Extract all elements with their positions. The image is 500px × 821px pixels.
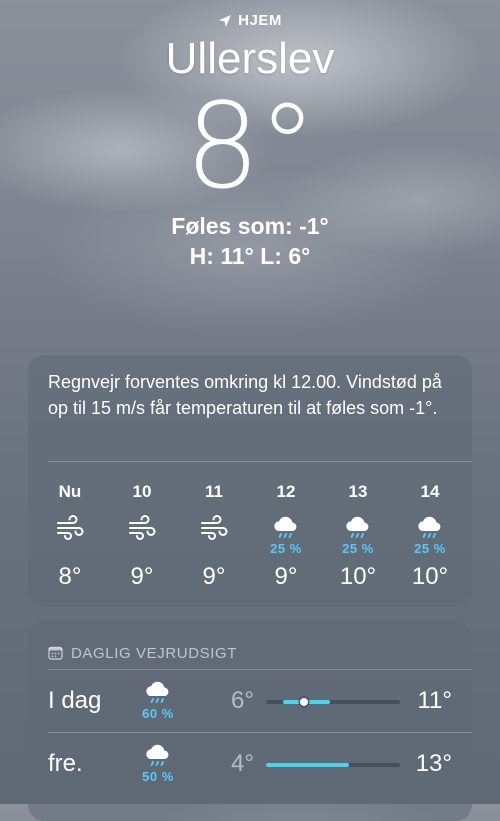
hour-temperature: 10°: [339, 563, 377, 590]
hour-precipitation: 25 %: [414, 541, 446, 556]
hourly-forecast-card[interactable]: Regnvejr forventes omkring kl 12.00. Vin…: [28, 355, 472, 607]
hour-temperature: 9°: [130, 563, 154, 590]
day-high-temp: 13°: [415, 750, 452, 777]
day-name: I dag: [48, 687, 102, 714]
calendar-icon: [48, 646, 63, 660]
hour-time: 10: [132, 482, 152, 501]
feels-like: Føles som: -1°: [171, 213, 329, 239]
home-label: HJEM: [238, 12, 282, 29]
hour-item: 12 25 % 9°: [250, 462, 322, 602]
day-high-temp: 11°: [417, 687, 452, 714]
divider: [48, 669, 472, 670]
wind-icon: [129, 515, 156, 540]
rain-cloud-icon: [274, 516, 297, 538]
hour-precipitation: 25 %: [342, 541, 374, 556]
hour-item: 13 25 % 10°: [322, 462, 394, 602]
day-low-temp: 6°: [231, 687, 254, 714]
temperature-range-bar: [266, 698, 400, 706]
temperature-range-bar: [266, 763, 400, 767]
rain-cloud-icon: [418, 516, 441, 538]
hourly-list[interactable]: Nu 8° 10 9° 11 9° 12 25 % 9° 13 25 % 10°…: [28, 462, 472, 602]
forecast-summary: Regnvejr forventes omkring kl 12.00. Vin…: [48, 372, 442, 418]
day-row[interactable]: I dag 60 % 6° 11°: [28, 669, 472, 732]
divider: [48, 732, 472, 733]
hour-time: 14: [420, 482, 440, 501]
hour-temperature: 9°: [202, 563, 226, 590]
hour-time: 13: [348, 482, 368, 501]
hour-precipitation: 25 %: [270, 541, 302, 556]
day-name: fre.: [48, 750, 83, 777]
hour-temperature: 8°: [58, 563, 82, 590]
hour-temperature: 10°: [411, 563, 449, 590]
temperature-range-fill: [266, 763, 350, 767]
daily-forecast-card[interactable]: DAGLIG VEJRUDSIGT I dag 60 % 6° 11° fre.…: [28, 621, 472, 821]
rain-cloud-icon: [346, 516, 369, 538]
hour-item: 14 25 % 10°: [394, 462, 466, 602]
hour-time: Nu: [58, 482, 82, 501]
hour-time: 11: [205, 482, 223, 501]
day-low-temp: 4°: [231, 750, 254, 777]
location-arrow-icon: [219, 14, 232, 27]
wind-icon: [57, 515, 84, 540]
daily-forecast-header: DAGLIG VEJRUDSIGT: [28, 621, 472, 669]
day-precipitation: 60 %: [142, 706, 174, 721]
high-low: H: 11° L: 6°: [189, 243, 311, 269]
hour-item: 11 9°: [178, 462, 250, 602]
current-temperature: 8°: [184, 77, 317, 215]
day-precipitation: 50 %: [142, 769, 174, 784]
location-home-row: HJEM: [0, 12, 500, 29]
hour-item: 10 9°: [106, 462, 178, 602]
current-temperature-dot: [299, 698, 308, 706]
rain-cloud-icon: [146, 681, 169, 703]
rain-cloud-icon: [146, 744, 169, 766]
hour-item: Nu 8°: [34, 462, 106, 602]
day-row[interactable]: fre. 50 % 4° 13°: [28, 732, 472, 795]
hour-time: 12: [276, 482, 296, 501]
hour-temperature: 9°: [274, 563, 298, 590]
daily-header-label: DAGLIG VEJRUDSIGT: [71, 644, 238, 662]
wind-icon: [201, 515, 228, 540]
